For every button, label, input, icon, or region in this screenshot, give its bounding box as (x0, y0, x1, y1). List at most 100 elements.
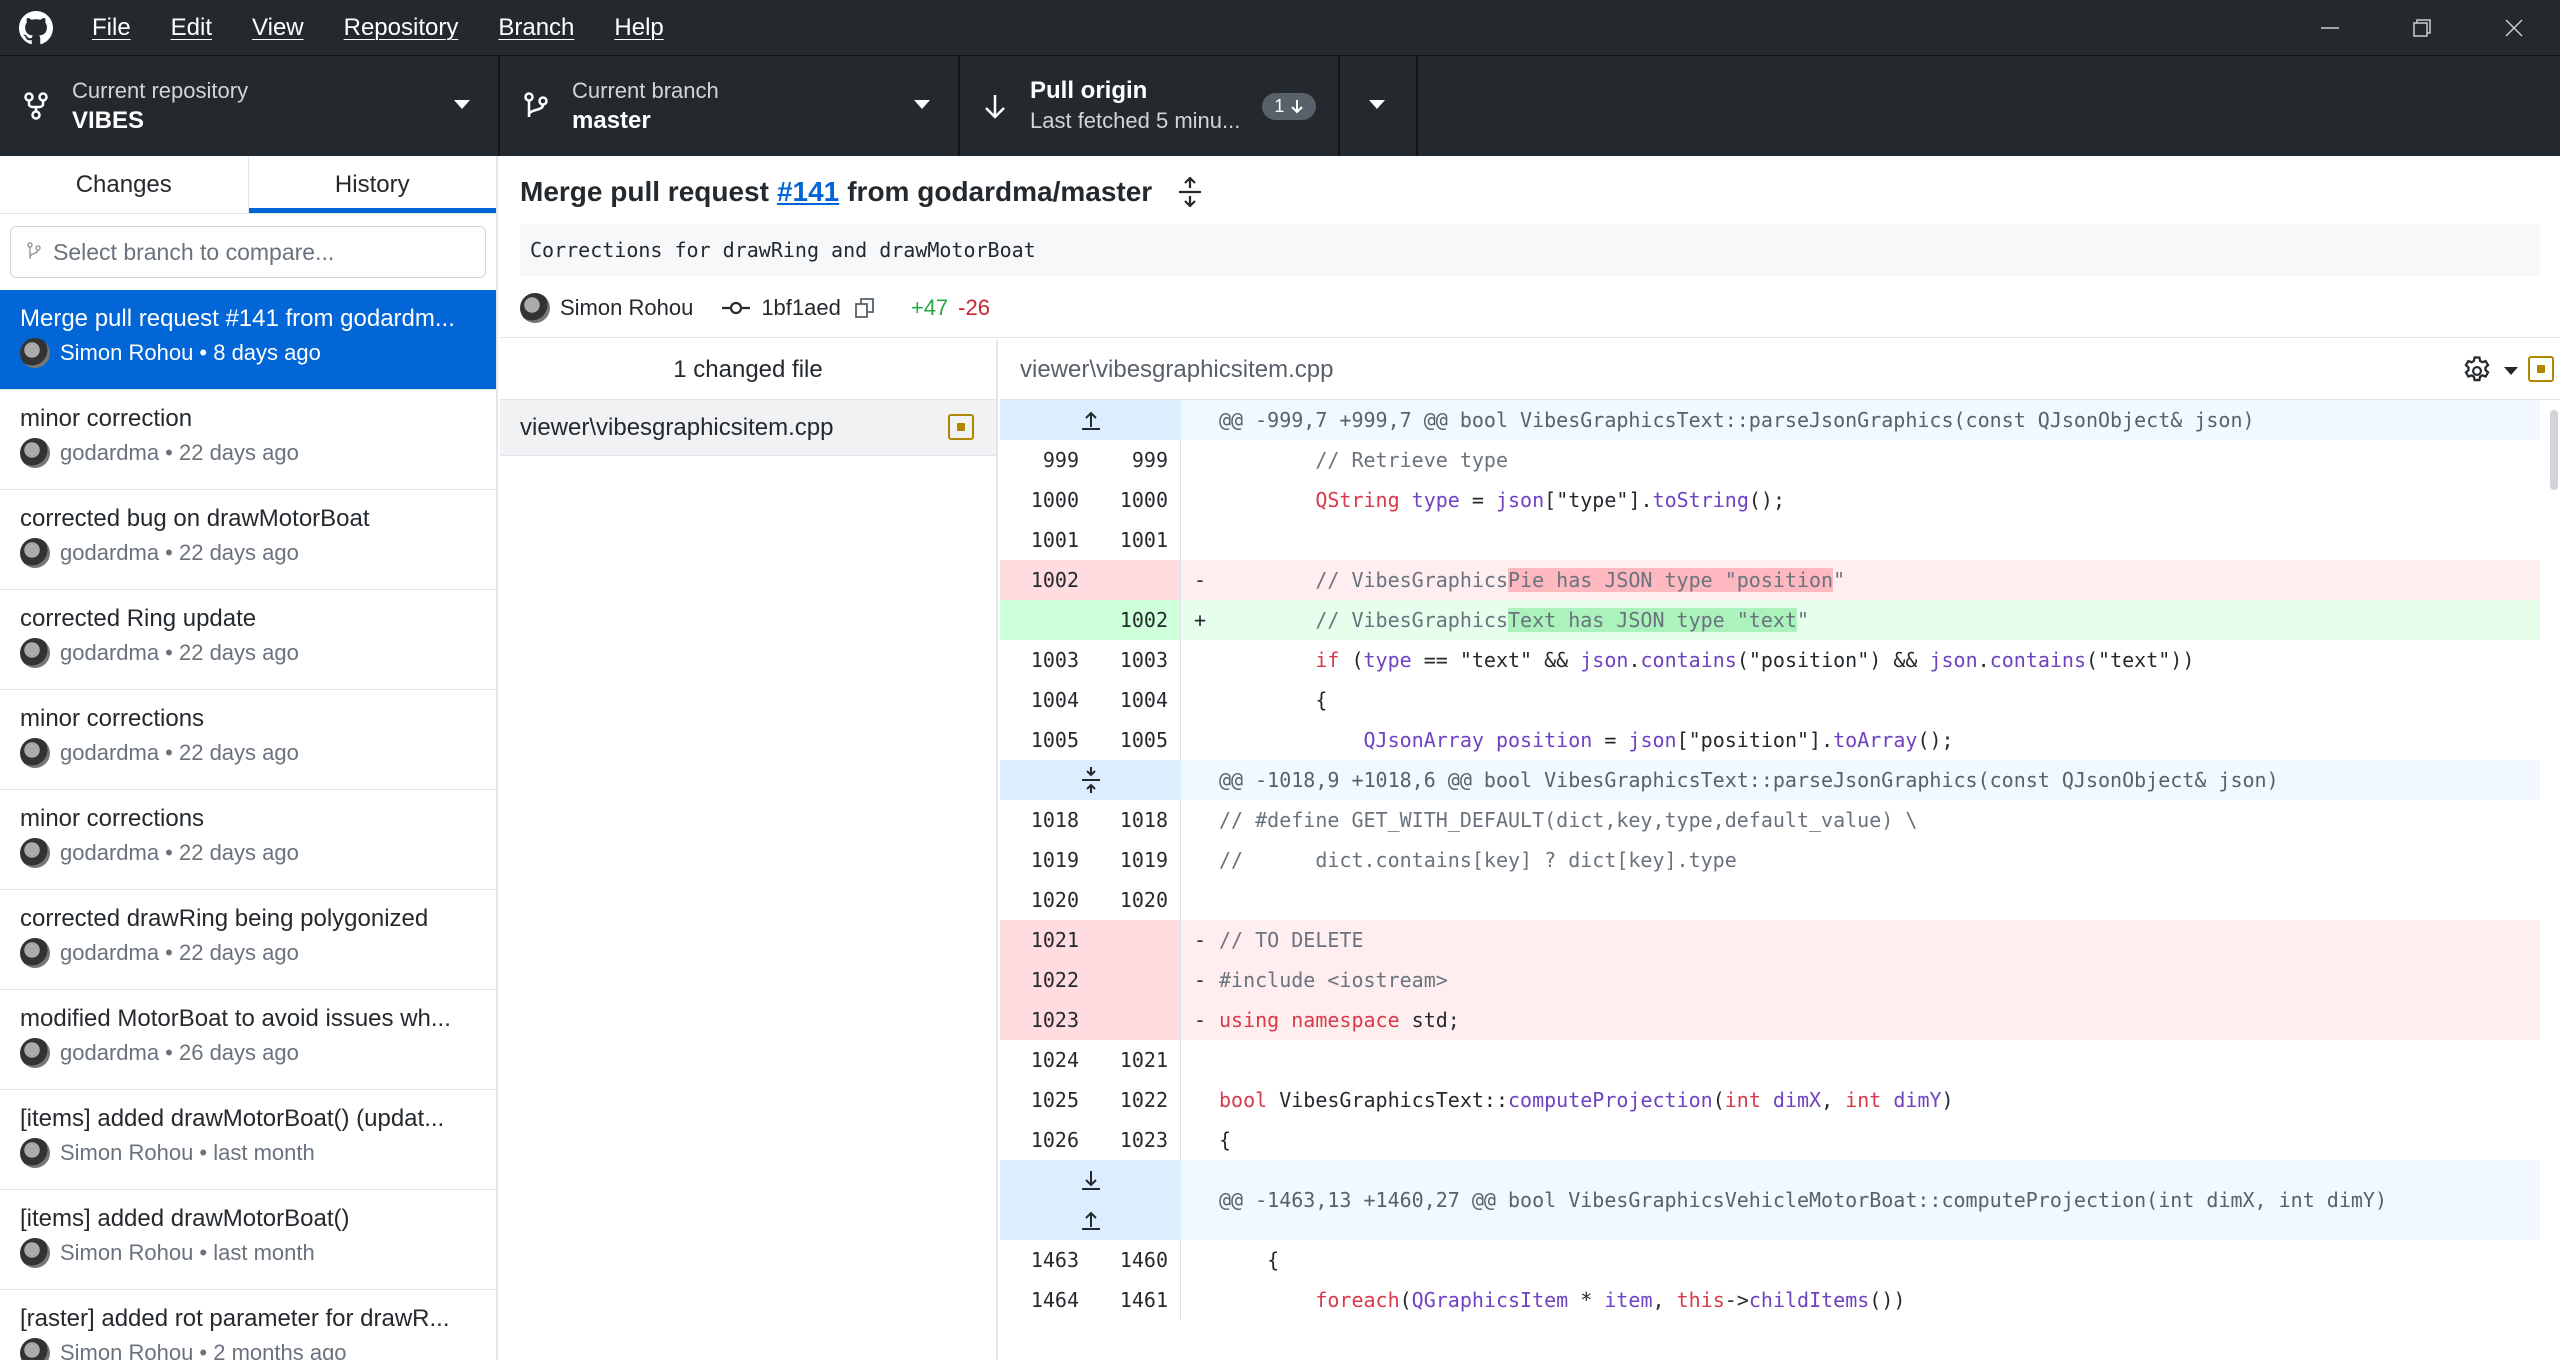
old-line-number: 1000 (1030, 488, 1079, 512)
code-line: // VibesGraphicsText has JSON type "text… (1315, 608, 1810, 632)
diff-line: 1024 1021 (1000, 1040, 2540, 1080)
expand-up-button[interactable] (1000, 400, 1181, 440)
deletions-count: -26 (958, 295, 990, 320)
menu-view[interactable]: View (232, 0, 324, 55)
branch-name: master (572, 107, 651, 134)
current-repository-button[interactable]: Current repository VIBES (0, 56, 500, 156)
menu-branch[interactable]: Branch (478, 0, 594, 55)
commit-sha-group: 1bf1aed (721, 295, 875, 321)
commit-item[interactable]: [items] added drawMotorBoat() Simon Roho… (0, 1190, 496, 1290)
menu-file[interactable]: File (72, 0, 151, 55)
commit-title-pre: Merge pull request (520, 176, 769, 207)
minimize-button[interactable] (2284, 0, 2376, 55)
commit-title: corrected Ring update (20, 605, 257, 632)
diff-line: 1005 1005 QJsonArray position = json["po… (1000, 720, 2540, 760)
commit-title: minor correction (20, 405, 193, 432)
commit-item[interactable]: [raster] added rot parameter for drawR..… (0, 1290, 496, 1360)
commit-item[interactable]: corrected Ring update godardma • 22 days… (0, 590, 496, 690)
settings-dropdown-icon[interactable] (2504, 367, 2518, 375)
commit-title: corrected bug on drawMotorBoat (20, 505, 370, 532)
diff-scrollbar[interactable] (2550, 410, 2558, 490)
commit-title: Merge pull request #141 from godardm... (20, 305, 455, 332)
commit-item[interactable]: minor corrections godardma • 22 days ago (0, 690, 496, 790)
branch-label: Current branch (572, 78, 719, 103)
commit-item[interactable]: Merge pull request #141 from godardm... … (0, 290, 496, 390)
commit-author: Simon Rohou (560, 295, 694, 320)
commit-item[interactable]: modified MotorBoat to avoid issues wh...… (0, 990, 496, 1090)
restore-button[interactable] (2376, 0, 2468, 55)
code-line: // TO DELETE (1219, 928, 1364, 952)
commit-item[interactable]: minor correction godardma • 22 days ago (0, 390, 496, 490)
old-line-number: 1025 (1030, 1088, 1079, 1112)
author-avatar (520, 293, 550, 323)
code-line: // dict.contains[key] ? dict[key].type (1219, 848, 1737, 872)
tab-history[interactable]: History (248, 156, 496, 213)
gear-icon[interactable] (2460, 354, 2494, 388)
pull-origin-button[interactable]: Pull origin Last fetched 5 minu... 1 (960, 56, 1340, 156)
old-line-number: 1002 (1000, 560, 1091, 600)
pull-request-link[interactable]: #141 (777, 176, 839, 208)
repo-dropdown-icon (454, 100, 470, 109)
current-branch-button[interactable]: Current branch master (500, 56, 960, 156)
menu-repository[interactable]: Repository (324, 0, 479, 55)
commit-meta: godardma • 22 days ago (60, 740, 299, 765)
code-line: { (1219, 688, 1328, 712)
diff-line-added: 1002 + // VibesGraphicsText has JSON typ… (1000, 600, 2540, 640)
hunk-header: @@ -999,7 +999,7 @@ bool VibesGraphicsTe… (1000, 400, 2540, 440)
additions-count: +47 (910, 295, 949, 320)
old-line-number: 1464 (1030, 1288, 1079, 1312)
modified-file-icon (948, 414, 974, 440)
changed-file-item[interactable]: viewer\vibesgraphicsitem.cpp (500, 400, 996, 456)
old-line-number: 1026 (1030, 1128, 1079, 1152)
avatar (20, 638, 50, 668)
expand-collapse-button[interactable] (1000, 760, 1181, 800)
new-line-number: 1001 (1091, 520, 1181, 560)
close-window-button[interactable] (2468, 0, 2560, 55)
title-bar: File Edit View Repository Branch Help (0, 0, 2560, 55)
old-line-number: 1021 (1000, 920, 1091, 960)
avatar (20, 938, 50, 968)
old-line-number: 1463 (1030, 1248, 1079, 1272)
pull-options-dropdown[interactable] (1340, 56, 1418, 156)
branch-small-icon (27, 242, 41, 259)
sidebar-tabs: Changes History (0, 156, 496, 214)
copy-icon[interactable] (854, 297, 875, 319)
code-line: // Retrieve type (1315, 448, 1508, 472)
diff-line: 1001 1001 (1000, 520, 2540, 560)
expand-down-up-button[interactable] (1000, 1160, 1181, 1240)
commit-item[interactable]: corrected bug on drawMotorBoat godardma … (0, 490, 496, 590)
tab-changes[interactable]: Changes (0, 156, 249, 213)
branch-icon (500, 91, 572, 121)
diff-line: 1463 1460 { (1000, 1240, 2540, 1280)
diff-line: 1003 1003 if (type == "text" && json.con… (1000, 640, 2540, 680)
commit-item[interactable]: corrected drawRing being polygonized god… (0, 890, 496, 990)
new-line-number: 1019 (1091, 840, 1181, 880)
avatar (20, 1338, 50, 1360)
diff-view: viewer\vibesgraphicsitem.cpp @@ -999,7 +… (1000, 340, 2560, 1360)
new-line-number: 1460 (1091, 1240, 1181, 1280)
menu-edit[interactable]: Edit (151, 0, 232, 55)
diff-line: 1004 1004 { (1000, 680, 2540, 720)
code-line: // #define GET_WITH_DEFAULT(dict,key,typ… (1219, 808, 1918, 832)
expand-icon[interactable] (1176, 177, 1204, 207)
commit-title: corrected drawRing being polygonized (20, 905, 429, 932)
commit-meta: Simon Rohou • 2 months ago (60, 1340, 347, 1360)
commit-item[interactable]: [items] added drawMotorBoat() (updat... … (0, 1090, 496, 1190)
avatar (20, 1138, 50, 1168)
commit-meta: Simon Rohou • last month (60, 1140, 315, 1165)
repo-name: VIBES (72, 107, 145, 134)
commit-title: [items] added drawMotorBoat() (updat... (20, 1105, 445, 1132)
modified-file-icon (2528, 356, 2554, 382)
history-sidebar: Changes History Select branch to compare… (0, 156, 498, 1360)
compare-branch-input[interactable]: Select branch to compare... (10, 226, 486, 278)
diff-line: 1019 1019 // dict.contains[key] ? dict[k… (1000, 840, 2540, 880)
commit-item[interactable]: minor corrections godardma • 22 days ago (0, 790, 496, 890)
new-line-number (1091, 1000, 1181, 1040)
commit-meta: godardma • 22 days ago (60, 840, 299, 865)
menu-help[interactable]: Help (594, 0, 683, 55)
commit-sha: 1bf1aed (761, 295, 841, 320)
commit-meta: godardma • 22 days ago (60, 940, 299, 965)
old-line-number: 1020 (1030, 888, 1079, 912)
